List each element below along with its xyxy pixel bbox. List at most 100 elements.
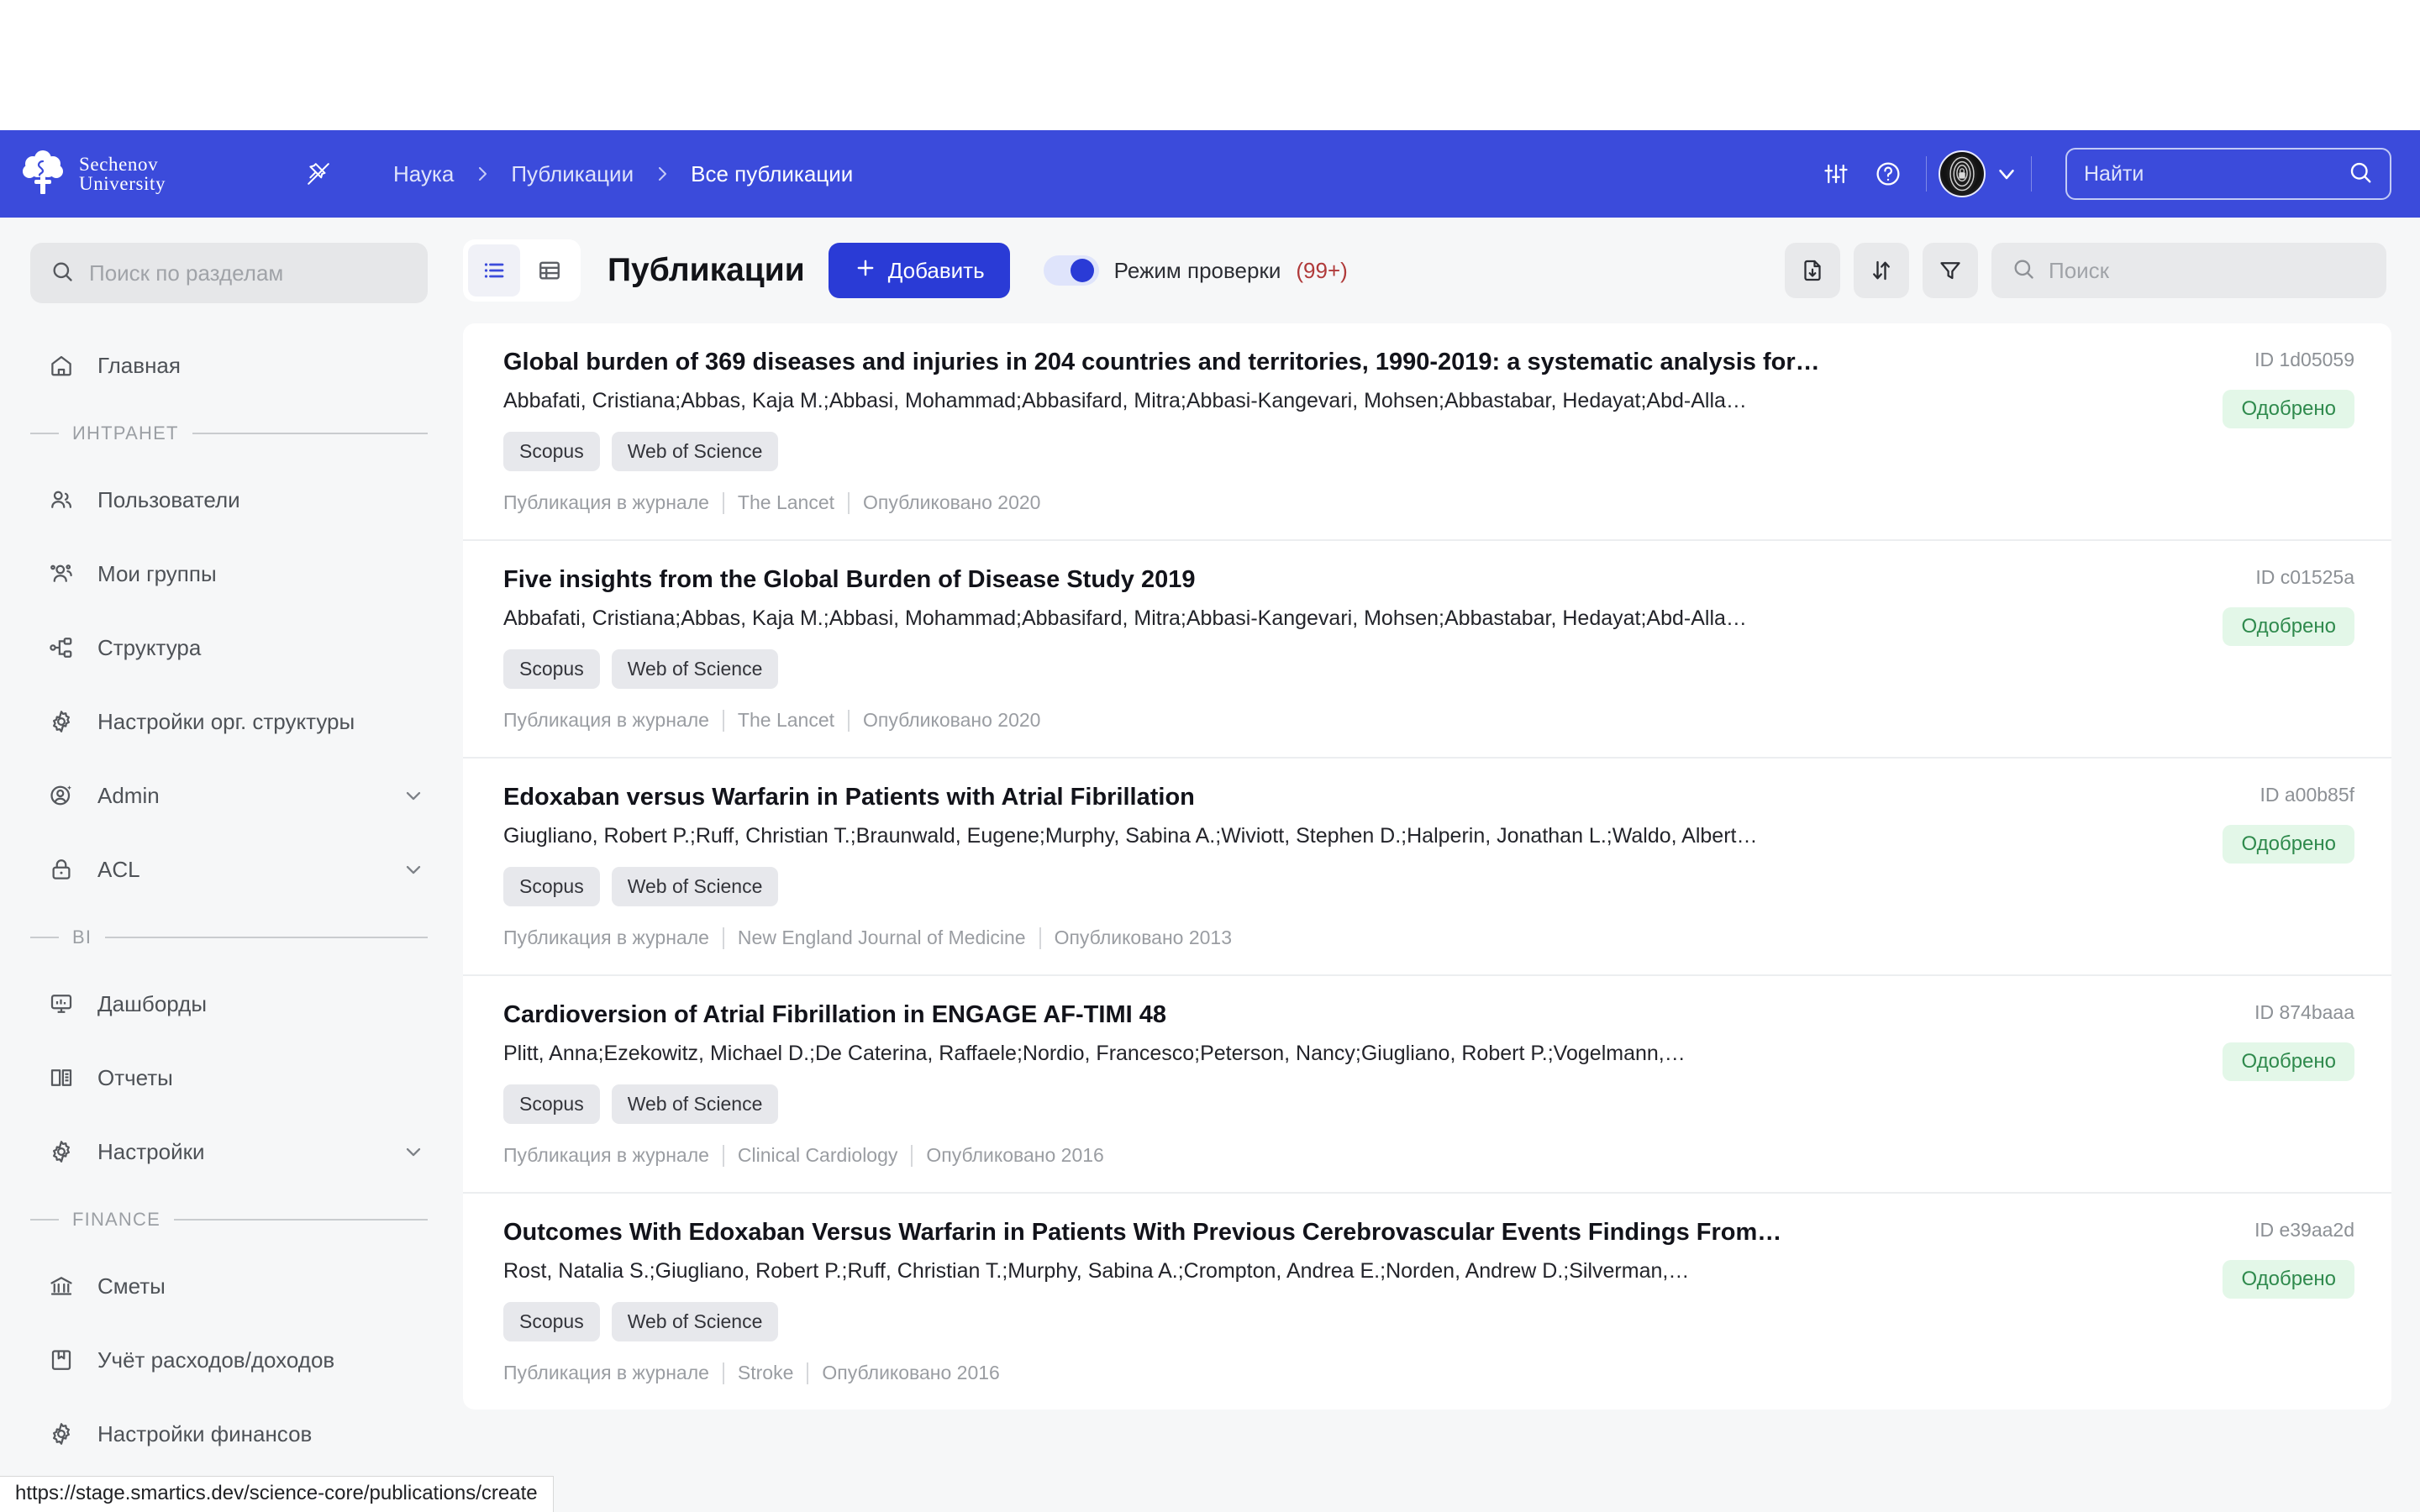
table-row[interactable]: Edoxaban versus Warfarin in Patients wit…	[463, 759, 2391, 976]
publication-title[interactable]: Global burden of 369 diseases and injuri…	[503, 349, 2077, 376]
publication-meta: Публикация в журнале Stroke Опубликовано…	[503, 1362, 2077, 1384]
plus-icon	[854, 256, 877, 286]
main-content: Публикации Добавить Режим проверки (99+)	[458, 218, 2420, 1512]
chevron-down-icon[interactable]	[399, 855, 428, 884]
publication-side: ID a00b85f Одобрено	[2077, 784, 2354, 949]
sidebar-search[interactable]	[30, 243, 428, 303]
file-download-icon[interactable]	[1785, 243, 1840, 298]
app-logo[interactable]: Sechenov University	[18, 150, 296, 198]
publication-sources: Scopus Web of Science	[503, 1084, 2077, 1124]
topbar-divider	[1926, 156, 1927, 192]
publication-journal: Clinical Cardiology	[737, 1144, 898, 1166]
table-row[interactable]: Global burden of 369 diseases and injuri…	[463, 323, 2391, 541]
publication-type: Публикация в журнале	[503, 927, 709, 948]
table-view-icon[interactable]	[523, 244, 576, 297]
table-row[interactable]: Five insights from the Global Burden of …	[463, 541, 2391, 759]
publication-authors: Abbafati, Cristiana;Abbas, Kaja M.;Abbas…	[503, 606, 1747, 630]
sidebar-item-nastroiki-finansov[interactable]: Настройки финансов	[0, 1397, 458, 1471]
sidebar-item-label: Структура	[97, 634, 202, 660]
topbar-divider	[2031, 156, 2032, 192]
chevron-right-icon	[652, 164, 672, 184]
status-badge: Одобрено	[2223, 390, 2354, 428]
sidebar-item-label: Настройки финансов	[97, 1420, 313, 1446]
check-mode-toggle[interactable]	[1043, 255, 1099, 286]
sidebar-item-label: Настройки орг. структуры	[97, 708, 355, 734]
sidebar-item-smety[interactable]: Сметы	[0, 1249, 458, 1323]
publication-details: Cardioversion of Atrial Fibrillation in …	[503, 1001, 2077, 1167]
publication-journal: The Lancet	[737, 709, 835, 731]
publication-title[interactable]: Edoxaban versus Warfarin in Patients wit…	[503, 784, 2077, 811]
publication-title[interactable]: Five insights from the Global Burden of …	[503, 566, 2077, 594]
sidebar-item-polzovateli[interactable]: Пользователи	[0, 463, 458, 537]
search-icon	[2348, 160, 2373, 189]
sliders-icon[interactable]	[1810, 148, 1862, 200]
list-view-icon[interactable]	[468, 244, 520, 297]
browser-chrome-blank-area	[0, 0, 2420, 130]
sidebar-item-uchet-rashodov-dohodov[interactable]: Учёт расходов/доходов	[0, 1323, 458, 1397]
section-rule	[192, 433, 428, 434]
filter-icon[interactable]	[1923, 243, 1978, 298]
gear-icon	[45, 706, 77, 738]
publication-side: ID 1d05059 Одобрено	[2077, 349, 2354, 514]
publication-sources: Scopus Web of Science	[503, 1302, 2077, 1341]
publications-search-input[interactable]	[2049, 257, 2366, 284]
publication-sources: Scopus Web of Science	[503, 649, 2077, 689]
breadcrumb-item-publikacii[interactable]: Публикации	[511, 161, 634, 187]
sort-icon[interactable]	[1854, 243, 1909, 298]
check-mode-control: Режим проверки (99+)	[1043, 255, 1348, 286]
add-button[interactable]: Добавить	[828, 243, 1010, 298]
sidebar-item-moi-gruppy[interactable]: Мои группы	[0, 537, 458, 611]
search-icon	[50, 260, 74, 287]
publication-title[interactable]: Cardioversion of Atrial Fibrillation in …	[503, 1001, 2077, 1029]
chevron-down-icon[interactable]	[1994, 161, 2019, 186]
chevron-down-icon[interactable]	[399, 781, 428, 810]
ledger-book-icon	[45, 1344, 77, 1376]
section-rule	[173, 1219, 428, 1221]
publication-authors: Rost, Natalia S.;Giugliano, Robert P.;Ru…	[503, 1259, 1690, 1283]
app-shell: Главная ИНТРАНЕТ Пользователи Мои группы…	[0, 218, 2420, 1512]
source-chip-wos: Web of Science	[611, 649, 779, 689]
breadcrumb: Наука Публикации Все публикации	[393, 161, 853, 187]
publications-search[interactable]	[1991, 243, 2386, 298]
toolbar-actions	[1785, 243, 2386, 298]
publication-published: Опубликовано 2020	[863, 491, 1041, 513]
admin-user-icon	[45, 780, 77, 811]
sidebar-item-nastroiki[interactable]: Настройки	[0, 1115, 458, 1189]
sidebar-item-admin[interactable]: Admin	[0, 759, 458, 832]
breadcrumb-item-nauka[interactable]: Наука	[393, 161, 454, 187]
source-chip-scopus: Scopus	[503, 867, 600, 906]
sidebar-item-acl[interactable]: ACL	[0, 832, 458, 906]
sidebar-item-glavnaya[interactable]: Главная	[0, 328, 458, 402]
sidebar-item-otchety[interactable]: Отчеты	[0, 1041, 458, 1115]
global-search[interactable]	[2065, 148, 2391, 200]
sidebar-item-struktura[interactable]: Структура	[0, 611, 458, 685]
publication-meta: Публикация в журнале Clinical Cardiology…	[503, 1144, 2077, 1167]
publication-title[interactable]: Outcomes With Edoxaban Versus Warfarin i…	[503, 1219, 2077, 1247]
avatar[interactable]	[1939, 150, 1986, 197]
sidebar-section-intranet: ИНТРАНЕТ	[0, 402, 458, 463]
topbar-actions	[1810, 148, 2391, 200]
sidebar-item-label: ACL	[97, 856, 140, 882]
sidebar-item-label: Admin	[97, 782, 160, 808]
pin-off-icon[interactable]	[296, 151, 341, 197]
sidebar-item-nastroiki-org-struktury[interactable]: Настройки орг. структуры	[0, 685, 458, 759]
breadcrumb-item-vse-publikacii[interactable]: Все публикации	[691, 161, 853, 187]
sidebar-item-dashbordy[interactable]: Дашборды	[0, 967, 458, 1041]
toggle-knob	[1070, 259, 1094, 282]
sidebar-section-label: ИНТРАНЕТ	[72, 423, 179, 444]
help-circle-icon[interactable]	[1862, 148, 1914, 200]
publication-details: Global burden of 369 diseases and injuri…	[503, 349, 2077, 514]
table-row[interactable]: Outcomes With Edoxaban Versus Warfarin i…	[463, 1194, 2391, 1410]
sidebar-search-input[interactable]	[89, 260, 408, 286]
sidebar-item-label: Сметы	[97, 1273, 166, 1299]
sidebar-section-bi: BI	[0, 906, 458, 967]
publication-authors: Abbafati, Cristiana;Abbas, Kaja M.;Abbas…	[503, 389, 1747, 412]
global-search-input[interactable]	[2084, 161, 2348, 186]
chevron-down-icon[interactable]	[399, 1137, 428, 1166]
status-badge: Одобрено	[2223, 825, 2354, 864]
sidebar-item-label: Настройки	[97, 1138, 205, 1164]
view-mode-toggle	[463, 239, 581, 302]
publication-type: Публикация в журнале	[503, 1144, 709, 1166]
table-row[interactable]: Cardioversion of Atrial Fibrillation in …	[463, 976, 2391, 1194]
gear-icon	[45, 1136, 77, 1168]
